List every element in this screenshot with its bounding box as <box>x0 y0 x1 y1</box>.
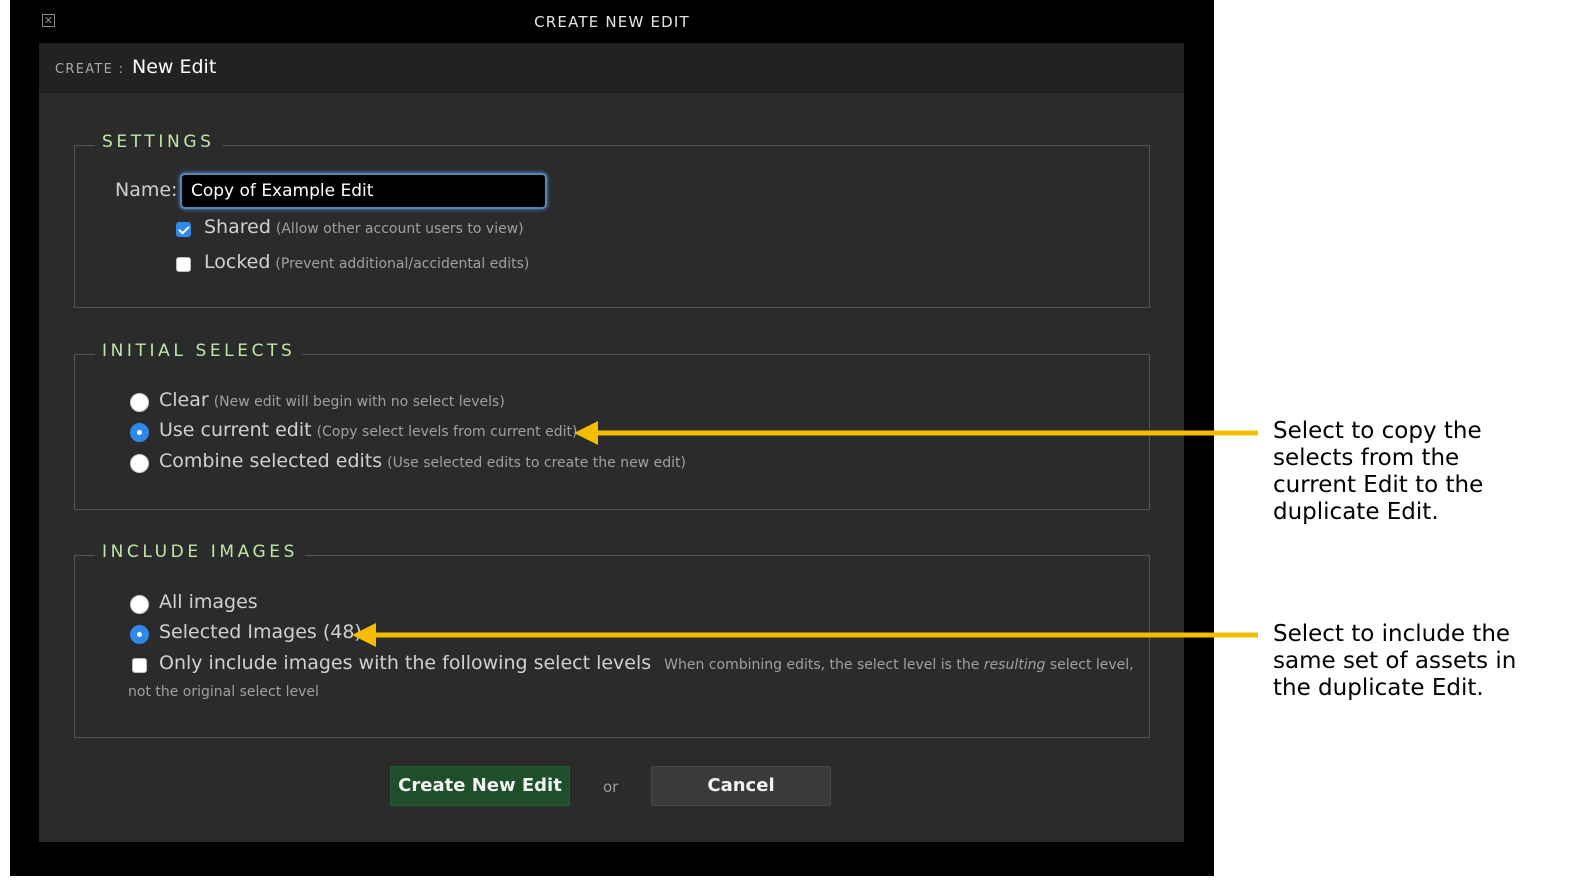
callout-line: Select to include the <box>1273 621 1511 647</box>
callout-line: the duplicate Edit. <box>1273 675 1484 701</box>
callout-selected-images: Select to include the same set of assets… <box>1273 621 1573 702</box>
arrow-head-current-edit-icon <box>574 421 598 445</box>
arrow-head-selected-images-icon <box>352 623 376 647</box>
callout-line: duplicate Edit. <box>1273 499 1439 525</box>
callout-line: Select to copy the <box>1273 418 1482 444</box>
callout-line: current Edit to the <box>1273 472 1484 498</box>
callout-line: same set of assets in <box>1273 648 1517 674</box>
callout-line: selects from the <box>1273 445 1460 471</box>
callout-current-edit: Select to copy the selects from the curr… <box>1273 418 1573 526</box>
